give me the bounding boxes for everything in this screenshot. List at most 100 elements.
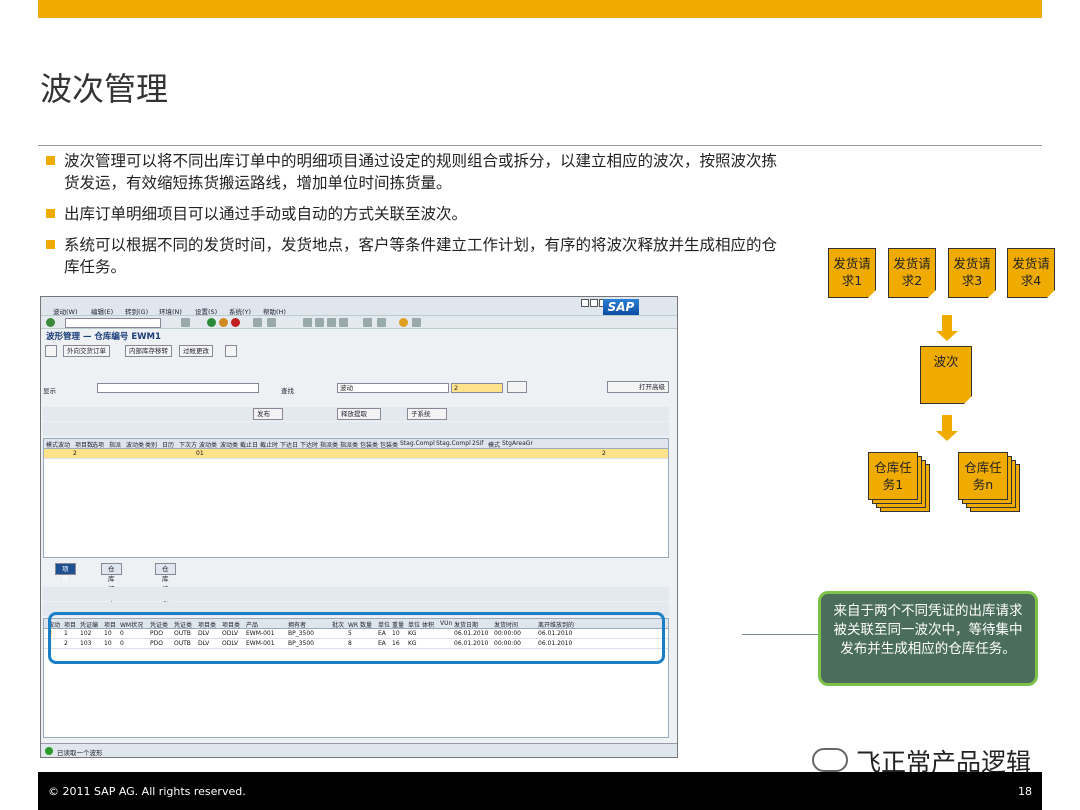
subsystem-button[interactable]: 子系统 (407, 408, 447, 420)
wave-cell: 2 (73, 450, 77, 457)
column-header[interactable]: StgAreaGr (502, 440, 533, 447)
tab-warehouse-requests[interactable]: 仓库请求 (155, 563, 176, 603)
request-doc-3: 发货请求3 (948, 248, 996, 298)
bullet-square-icon (46, 240, 55, 249)
column-header[interactable]: 波动 (58, 440, 70, 449)
sap-logo: SAP (603, 299, 639, 316)
column-header[interactable]: 下次方 (179, 440, 197, 449)
sap-window: 波动(W) 编辑(E) 转到(G) 环境(N) 设置(S) 系统(Y) 帮助(H… (40, 296, 678, 758)
shortcut-icon[interactable] (377, 318, 386, 327)
save-icon[interactable] (181, 318, 190, 327)
tab-items[interactable]: 项目 (55, 563, 76, 583)
wave-grid: 模式 波动 项目数 选项 指派 波动类 类别 日历 下次方 波动类 波动类 截止日 截止时 下达日 下达时指… (43, 438, 669, 558)
column-header[interactable]: 包装类 (380, 440, 398, 449)
column-header[interactable]: 类别 (145, 440, 157, 449)
task-label: 仓库任务1 (868, 452, 918, 500)
tab-warehouse-orders[interactable]: 仓库订单 (101, 563, 122, 603)
new-session-icon[interactable] (363, 318, 372, 327)
column-header[interactable]: 波动类 (199, 440, 217, 449)
column-header[interactable]: 日历 (162, 440, 174, 449)
back-icon[interactable] (207, 318, 216, 327)
outbound-order-button[interactable]: 外向交货订单 (63, 345, 110, 357)
highlight-frame (48, 612, 665, 664)
execute-search-icon[interactable] (507, 381, 527, 393)
column-header[interactable]: 模式 (488, 440, 500, 449)
bullet-item: 出库订单明细项目可以通过手动或自动的方式关联至波次。 (46, 203, 786, 225)
sap-standard-toolbar (41, 315, 677, 329)
bullet-list: 波次管理可以将不同出库订单中的明细项目通过设定的规则组合或拆分，以建立相应的波次… (46, 150, 786, 287)
column-header[interactable]: 波动类 (126, 440, 144, 449)
wave-doc: 波次 (920, 346, 972, 404)
column-header[interactable]: 项目数 (75, 440, 93, 449)
column-header[interactable]: Stag.Compl (436, 440, 471, 447)
column-header[interactable]: 下达时 (300, 440, 318, 449)
display-select[interactable] (97, 383, 259, 393)
count-cell: 2 (602, 450, 606, 457)
find-type-select[interactable]: 波动 (337, 383, 449, 393)
table-row[interactable]: 2 01 2 (44, 449, 668, 459)
first-page-icon[interactable] (303, 318, 312, 327)
cancel-icon[interactable] (231, 318, 240, 327)
doc-icon[interactable] (225, 345, 237, 357)
column-header[interactable]: 选项 (92, 440, 104, 449)
task-label: 仓库任务n (958, 452, 1008, 500)
release-button[interactable]: 发布 (253, 408, 283, 420)
down-arrow-icon (936, 415, 958, 441)
wave-grid-header: 模式 波动 项目数 选项 指派 波动类 类别 日历 下次方 波动类 波动类 截止日 截止时 下达日 下达时指… (44, 439, 668, 449)
sap-menu-bar: 波动(W) 编辑(E) 转到(G) 环境(N) 设置(S) 系统(Y) 帮助(H… (41, 297, 677, 316)
find-label: 查找 (281, 387, 294, 395)
callout-connector (742, 634, 819, 635)
release-pick-button[interactable]: 释放提取 (337, 408, 381, 420)
column-header[interactable]: 指派 (109, 440, 121, 449)
prev-page-icon[interactable] (315, 318, 324, 327)
title-divider (38, 145, 1042, 146)
column-header[interactable]: 截止日 (240, 440, 258, 449)
last-page-icon[interactable] (339, 318, 348, 327)
upper-grid-toolbar: 发布 释放提取 子系统 (43, 407, 669, 421)
find-value-input[interactable]: 2 (451, 383, 503, 393)
top-accent-bar (38, 0, 1042, 18)
exit-icon[interactable] (219, 318, 228, 327)
column-header[interactable]: Stag.Compl (400, 440, 435, 447)
copyright-text: © 2011 SAP AG. All rights reserved. (48, 785, 246, 798)
bullet-item: 波次管理可以将不同出库订单中的明细项目通过设定的规则组合或拆分，以建立相应的波次… (46, 150, 786, 194)
layout-icon[interactable] (412, 318, 421, 327)
column-header[interactable]: 波动类 (220, 440, 238, 449)
overview-icon[interactable] (45, 345, 57, 357)
column-header[interactable]: 指派类 (340, 440, 358, 449)
bullet-text: 系统可以根据不同的发货时间，发货地点，客户等条件建立工作计划，有序的将波次释放并… (64, 236, 778, 276)
posting-change-button[interactable]: 过帐更改 (179, 345, 213, 357)
wechat-icon (812, 748, 848, 772)
help-icon[interactable] (399, 318, 408, 327)
request-label: 发货请求2 (893, 256, 931, 288)
application-toolbar: 外向交货订单 内部库存移转 过帐更改 (41, 345, 677, 361)
column-header[interactable]: 截止时 (260, 440, 278, 449)
bullet-square-icon (46, 209, 55, 218)
command-field[interactable] (65, 318, 161, 328)
calendar-cell: 01 (196, 450, 204, 457)
stock-transfer-button[interactable]: 内部库存移转 (125, 345, 172, 357)
footer-bar: © 2011 SAP AG. All rights reserved. 18 (38, 772, 1042, 810)
down-arrow-icon (936, 315, 958, 341)
column-header[interactable]: 包装类 (360, 440, 378, 449)
bullet-text: 波次管理可以将不同出库订单中的明细项目通过设定的规则组合或拆分，以建立相应的波次… (64, 152, 778, 192)
enter-icon[interactable] (46, 318, 55, 327)
find-icon[interactable] (267, 318, 276, 327)
column-header[interactable]: 2Sif (472, 440, 483, 447)
column-header[interactable]: 下达日 (280, 440, 298, 449)
callout-box: 来自于两个不同凭证的出库请求被关联至同一波次中，等待集中发布并生成相应的仓库任务… (818, 591, 1038, 686)
wave-label: 波次 (933, 354, 959, 369)
request-doc-1: 发货请求1 (828, 248, 876, 298)
print-icon[interactable] (253, 318, 262, 327)
column-header[interactable]: 模式 (46, 440, 58, 449)
column-header[interactable]: 指派类 (320, 440, 338, 449)
open-advanced-button[interactable]: 打开高级 (607, 381, 669, 393)
page-title: 波形管理 — 仓库编号 EWM1 (46, 332, 161, 342)
next-page-icon[interactable] (327, 318, 336, 327)
maximize-icon[interactable] (590, 299, 598, 307)
request-label: 发货请求1 (833, 256, 871, 288)
status-bar: 已读取一个波形 (41, 743, 677, 757)
minimize-icon[interactable] (581, 299, 589, 307)
success-icon (45, 747, 53, 755)
slide-title: 波次管理 (40, 70, 169, 108)
